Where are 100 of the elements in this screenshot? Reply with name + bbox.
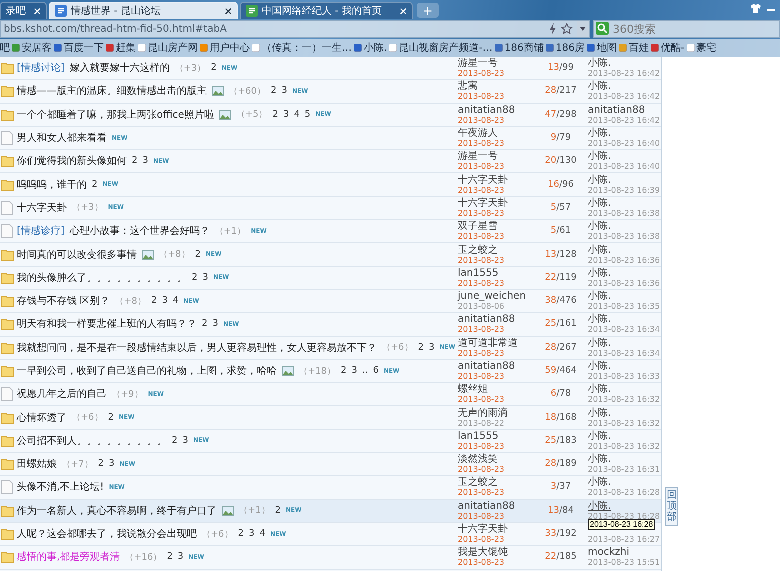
page-link[interactable]: 2: [132, 156, 138, 166]
author-name[interactable]: lan1555: [458, 268, 534, 279]
page-link[interactable]: 2: [275, 506, 282, 516]
browser-tab[interactable]: 中国网络经纪人 - 我的首页: [240, 2, 413, 19]
thread-title-link[interactable]: 感悟的事,都是旁观者清: [17, 550, 120, 564]
page-link[interactable]: 2: [418, 342, 424, 353]
last-reply-user[interactable]: 小陈.: [588, 174, 660, 186]
thread-title-link[interactable]: 男人和女人都来看看: [17, 131, 107, 146]
thread-title-link[interactable]: 我的头像肿么了。。。。。。。。。。: [17, 270, 187, 285]
page-link[interactable]: 3: [142, 156, 148, 166]
author-name[interactable]: 玉之蛟之: [458, 477, 534, 488]
thread-title-link[interactable]: 你们觉得我的新头像如何: [17, 154, 127, 168]
page-link[interactable]: 3: [212, 319, 218, 330]
page-link[interactable]: 2: [272, 110, 278, 120]
shirt-icon[interactable]: [750, 3, 762, 14]
author-name[interactable]: 道可道非常道: [458, 338, 534, 349]
page-link[interactable]: 3: [162, 296, 168, 306]
last-reply-user[interactable]: 小陈.: [588, 81, 660, 92]
thread-title-link[interactable]: 一早到公司，收到了自己送自己的礼物，上图，求赞，哈哈: [17, 364, 277, 378]
search-field[interactable]: 360搜索: [593, 20, 780, 38]
thread-title-link[interactable]: 心情坏透了: [17, 410, 67, 425]
author-name[interactable]: 十六字天卦: [458, 198, 534, 209]
page-link[interactable]: 3: [283, 110, 290, 120]
browser-tab[interactable]: 录吧: [0, 2, 47, 19]
page-link[interactable]: 6: [373, 366, 379, 376]
search-icon[interactable]: [596, 22, 609, 35]
author-name[interactable]: anitatian88: [458, 361, 534, 372]
thread-title-link[interactable]: 公司招不到人。。。。。。。。。: [17, 434, 167, 448]
page-link[interactable]: 5: [304, 110, 311, 120]
author-name[interactable]: 十六字天卦: [458, 524, 534, 536]
last-reply-user[interactable]: 小陈.: [588, 500, 660, 512]
page-link[interactable]: 3: [178, 552, 184, 562]
bookmark[interactable]: 186商铺: [494, 41, 544, 55]
author-name[interactable]: 游星一号: [458, 151, 534, 162]
last-reply-user[interactable]: anitatian88: [588, 104, 660, 116]
close-icon[interactable]: [224, 8, 232, 14]
page-link[interactable]: 2: [195, 250, 202, 260]
back-to-top-button[interactable]: 回顶部: [665, 487, 678, 526]
page-link[interactable]: 3: [109, 459, 115, 470]
page-link[interactable]: 2: [98, 459, 104, 470]
page-link[interactable]: 2: [192, 272, 198, 283]
address-field[interactable]: bbs.kshot.com/thread-htm-fid-50.html#tabA: [0, 20, 590, 38]
bookmark[interactable]: 豪宅: [686, 41, 717, 55]
last-reply-user[interactable]: 小陈.: [588, 58, 660, 70]
bookmark[interactable]: 优酷-: [650, 41, 685, 55]
author-name[interactable]: 淡然浅笑: [458, 454, 534, 466]
last-reply-user[interactable]: 小陈.: [588, 291, 660, 302]
bookmark[interactable]: 百度一下: [54, 41, 104, 55]
author-name[interactable]: 悲寓: [458, 81, 534, 92]
page-link[interactable]: 2: [211, 63, 217, 74]
last-reply-user[interactable]: 小陈.: [588, 477, 660, 488]
page-link[interactable]: 2: [271, 86, 277, 96]
thread-title-link[interactable]: 呜呜呜，谁干的: [17, 178, 87, 192]
thread-title-link[interactable]: 十六字天卦: [17, 200, 67, 215]
lightning-icon[interactable]: [549, 23, 557, 35]
last-reply-user[interactable]: 小陈.: [588, 314, 660, 326]
author-name[interactable]: 玉之蛟之: [458, 244, 534, 256]
page-link[interactable]: 2: [238, 529, 244, 540]
last-reply-user[interactable]: 小陈.: [588, 221, 660, 232]
last-reply-user[interactable]: mockzhi: [588, 547, 660, 558]
author-name[interactable]: june_weichen: [458, 291, 534, 302]
page-link[interactable]: 3: [182, 436, 188, 446]
thread-title-link[interactable]: 一个个都睡着了嘛，那我上两张office照片啦: [17, 108, 214, 122]
thread-title-link[interactable]: 头像不消,不上论坛!: [17, 480, 104, 494]
last-reply-user[interactable]: 小陈.: [588, 198, 660, 209]
bookmark[interactable]: （传真：一）一生…: [252, 41, 352, 55]
thread-title-link[interactable]: 人呢？这会都哪去了，我说散分会出现吧: [17, 527, 197, 542]
page-link[interactable]: 4: [172, 296, 179, 306]
last-reply-user[interactable]: 小陈.: [588, 384, 660, 396]
page-link[interactable]: 2: [167, 552, 173, 562]
thread-title-link[interactable]: 情感——版主的温床。细数情感出击的版主: [17, 84, 207, 98]
thread-title-link[interactable]: 明天有和我一样要悲催上班的人有吗？？: [17, 317, 197, 332]
last-reply-user[interactable]: 小陈.: [588, 454, 660, 466]
bookmark[interactable]: 安居客: [12, 41, 52, 55]
thread-title-link[interactable]: 作为一名新人，真心不容易啊，终于有户口了: [17, 504, 217, 518]
last-reply-user[interactable]: 小陈.: [588, 338, 660, 349]
thread-title-link[interactable]: 心理小故事：这个世界会好吗？: [70, 224, 210, 238]
page-link[interactable]: 4: [260, 529, 266, 540]
dropdown-icon[interactable]: [577, 21, 589, 37]
author-name[interactable]: anitatian88: [458, 500, 534, 512]
author-name[interactable]: 十六字天卦: [458, 174, 534, 186]
last-reply-user[interactable]: 小陈.: [588, 361, 660, 372]
author-name[interactable]: anitatian88: [458, 314, 534, 326]
last-reply-user[interactable]: 小陈.: [588, 244, 660, 256]
bookmark[interactable]: 小陈.: [354, 41, 388, 55]
category-link[interactable]: [情感讨论]: [17, 61, 65, 76]
bookmark[interactable]: 186房: [546, 41, 585, 55]
author-name[interactable]: lan1555: [458, 430, 534, 442]
thread-title-link[interactable]: 时间真的可以改变很多事情: [17, 248, 137, 262]
thread-title-link[interactable]: 祝愿几年之后的自己: [17, 387, 107, 402]
page-link[interactable]: 2: [151, 296, 158, 306]
page-link[interactable]: 2: [172, 436, 178, 446]
thread-title-link[interactable]: 存钱与不存钱 区别？: [17, 294, 110, 308]
page-link[interactable]: ..: [362, 366, 368, 376]
author-name[interactable]: 无声的雨滴: [458, 408, 534, 419]
last-reply-user[interactable]: 小陈.: [588, 128, 660, 140]
author-name[interactable]: 游星一号: [458, 58, 534, 70]
bookmark[interactable]: 用户中心: [200, 41, 250, 55]
bookmark[interactable]: 地图: [586, 41, 617, 55]
category-link[interactable]: [情感诊疗]: [17, 224, 65, 238]
